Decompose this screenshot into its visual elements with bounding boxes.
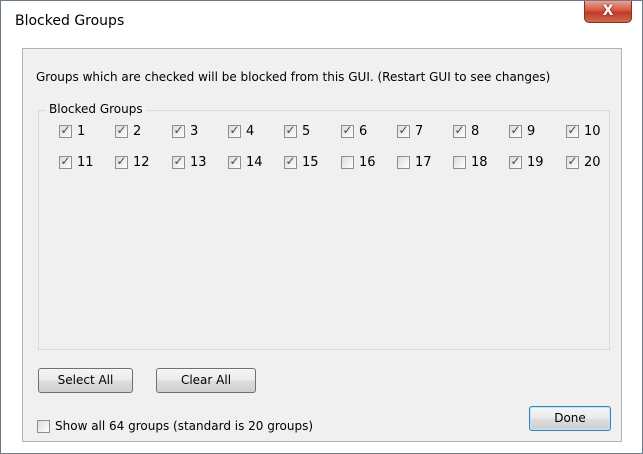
checkbox-label: 1 <box>77 124 86 139</box>
checkbox-label: 4 <box>246 124 255 139</box>
checkbox-box[interactable] <box>172 154 185 169</box>
checkbox-box[interactable] <box>228 154 241 169</box>
dialog-body: Groups which are checked will be blocked… <box>22 48 622 442</box>
checkbox-label: 3 <box>190 124 199 139</box>
checkbox-label: 8 <box>471 124 480 139</box>
show-all-label: Show all 64 groups (standard is 20 group… <box>55 419 314 433</box>
checkbox-label: 18 <box>471 155 488 170</box>
checkbox-label: 7 <box>415 124 424 139</box>
blocked-groups-box: Blocked Groups 1234567891011121314151617… <box>38 102 610 350</box>
checkbox-label: 13 <box>190 155 207 170</box>
select-all-button[interactable]: Select All <box>38 368 133 393</box>
checkbox-box[interactable] <box>115 154 128 169</box>
checkbox-box[interactable] <box>341 123 354 138</box>
checkbox-label: 19 <box>527 155 544 170</box>
checkbox-box[interactable] <box>59 123 72 138</box>
checkbox-label: 20 <box>584 155 601 170</box>
checkbox-label: 9 <box>527 124 536 139</box>
checkbox-box[interactable] <box>509 154 522 169</box>
checkbox-box[interactable] <box>284 123 297 138</box>
checkbox-label: 10 <box>584 124 601 139</box>
checkbox-box[interactable] <box>59 154 72 169</box>
window-title: Blocked Groups <box>15 13 125 29</box>
checkbox-label: 15 <box>302 155 319 170</box>
checkbox-box[interactable] <box>566 123 579 138</box>
groupbox-label: Blocked Groups <box>46 102 146 116</box>
checkbox-box[interactable] <box>453 156 466 169</box>
checkbox-box[interactable] <box>172 123 185 138</box>
done-button[interactable]: Done <box>529 406 611 431</box>
checkbox-label: 12 <box>133 155 150 170</box>
checkbox-label: 16 <box>359 155 376 170</box>
checkbox-label: 6 <box>359 124 368 139</box>
checkbox-box[interactable] <box>509 123 522 138</box>
checkbox-label: 11 <box>77 155 94 170</box>
checkbox-label: 17 <box>415 155 432 170</box>
checkbox-box[interactable] <box>453 123 466 138</box>
checkbox-box[interactable] <box>397 156 410 169</box>
checkbox-box[interactable] <box>566 154 579 169</box>
checkbox-label: 14 <box>246 155 263 170</box>
show-all-checkbox-box[interactable] <box>37 420 50 433</box>
checkbox-box[interactable] <box>284 154 297 169</box>
checkbox-box[interactable] <box>115 123 128 138</box>
checkbox-box[interactable] <box>228 123 241 138</box>
dialog-window: Blocked Groups X Groups which are checke… <box>0 0 643 454</box>
title-bar: Blocked Groups X <box>1 1 642 39</box>
close-icon[interactable]: X <box>585 2 631 20</box>
clear-all-button[interactable]: Clear All <box>156 368 256 393</box>
checkbox-box[interactable] <box>397 123 410 138</box>
close-button[interactable]: X <box>584 1 632 23</box>
checkbox-box[interactable] <box>341 156 354 169</box>
checkbox-label: 5 <box>302 124 311 139</box>
description-text: Groups which are checked will be blocked… <box>36 70 551 84</box>
checkbox-label: 2 <box>133 124 142 139</box>
